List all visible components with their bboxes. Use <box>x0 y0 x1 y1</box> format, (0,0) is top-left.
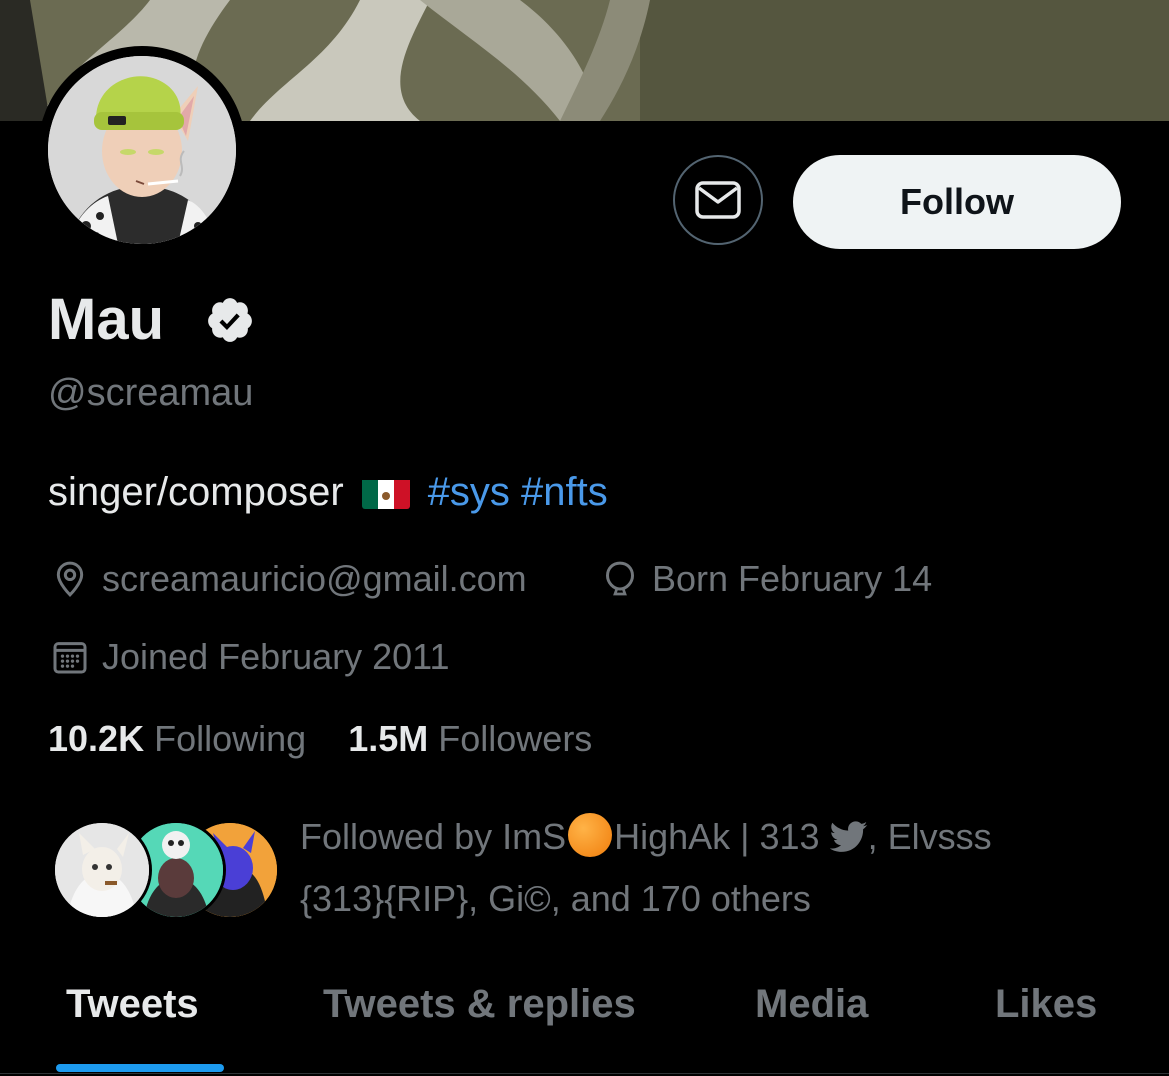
envelope-icon <box>695 181 741 219</box>
bio-text: singer/composer <box>48 470 344 514</box>
birthday-row: Born February 14 <box>600 558 932 600</box>
profile-tabs: Tweets Tweets & replies Media Likes <box>0 960 1169 1076</box>
tab-tweets-and-replies[interactable]: Tweets & replies <box>323 982 636 1027</box>
balloon-icon <box>605 561 635 596</box>
followed-by-text[interactable]: Followed by ImS HighAk | 313 , Elvsss {31… <box>300 806 1100 930</box>
display-name: Mau <box>48 287 164 352</box>
follow-button[interactable]: Follow <box>793 155 1121 249</box>
location-text: screamauricio@gmail.com <box>102 558 527 599</box>
following-count: 10.2K <box>48 718 145 759</box>
bio: singer/composer #sys #nfts <box>48 470 608 515</box>
followed-by-line1-end: , Elvsss <box>867 816 992 857</box>
active-tab-indicator <box>56 1064 224 1072</box>
joined-text: Joined February 2011 <box>102 636 450 677</box>
followers-count: 1.5M <box>348 718 429 759</box>
followed-by-avatars[interactable] <box>52 820 280 920</box>
follower-avatar-1 <box>52 820 152 920</box>
tabs-divider <box>0 1073 1169 1074</box>
followers-link[interactable]: 1.5M Followers <box>348 718 592 759</box>
birthday-text: Born February 14 <box>652 558 933 599</box>
tab-likes[interactable]: Likes <box>995 982 1097 1027</box>
twitter-bird-icon <box>829 821 867 852</box>
bio-hashtags[interactable]: #sys #nfts <box>428 470 608 515</box>
message-button[interactable] <box>673 155 763 245</box>
location-row: screamauricio@gmail.com <box>50 558 527 600</box>
followers-label: Followers <box>438 718 593 759</box>
location-pin-icon <box>56 561 84 597</box>
follow-counts: 10.2K Following 1.5M Followers <box>48 718 592 760</box>
mexico-flag-icon <box>361 477 410 509</box>
verified-badge-icon <box>208 298 252 342</box>
followed-by-line1-mid: HighAk | 313 <box>614 816 820 857</box>
joined-row: Joined February 2011 <box>50 636 450 678</box>
orange-circle-icon <box>568 813 613 857</box>
followed-by-line2: {313}{RIP}, Gi©, and 170 others <box>300 878 811 919</box>
following-link[interactable]: 10.2K Following <box>48 718 316 759</box>
profile-avatar[interactable] <box>38 46 246 254</box>
followed-by-line1-start: Followed by ImS <box>300 816 567 857</box>
calendar-icon <box>53 642 87 674</box>
cat-avatar-illustration <box>48 56 236 244</box>
handle: @screamau <box>48 372 254 414</box>
tab-media[interactable]: Media <box>755 982 868 1027</box>
tab-tweets[interactable]: Tweets <box>66 982 199 1027</box>
following-label: Following <box>154 718 307 759</box>
